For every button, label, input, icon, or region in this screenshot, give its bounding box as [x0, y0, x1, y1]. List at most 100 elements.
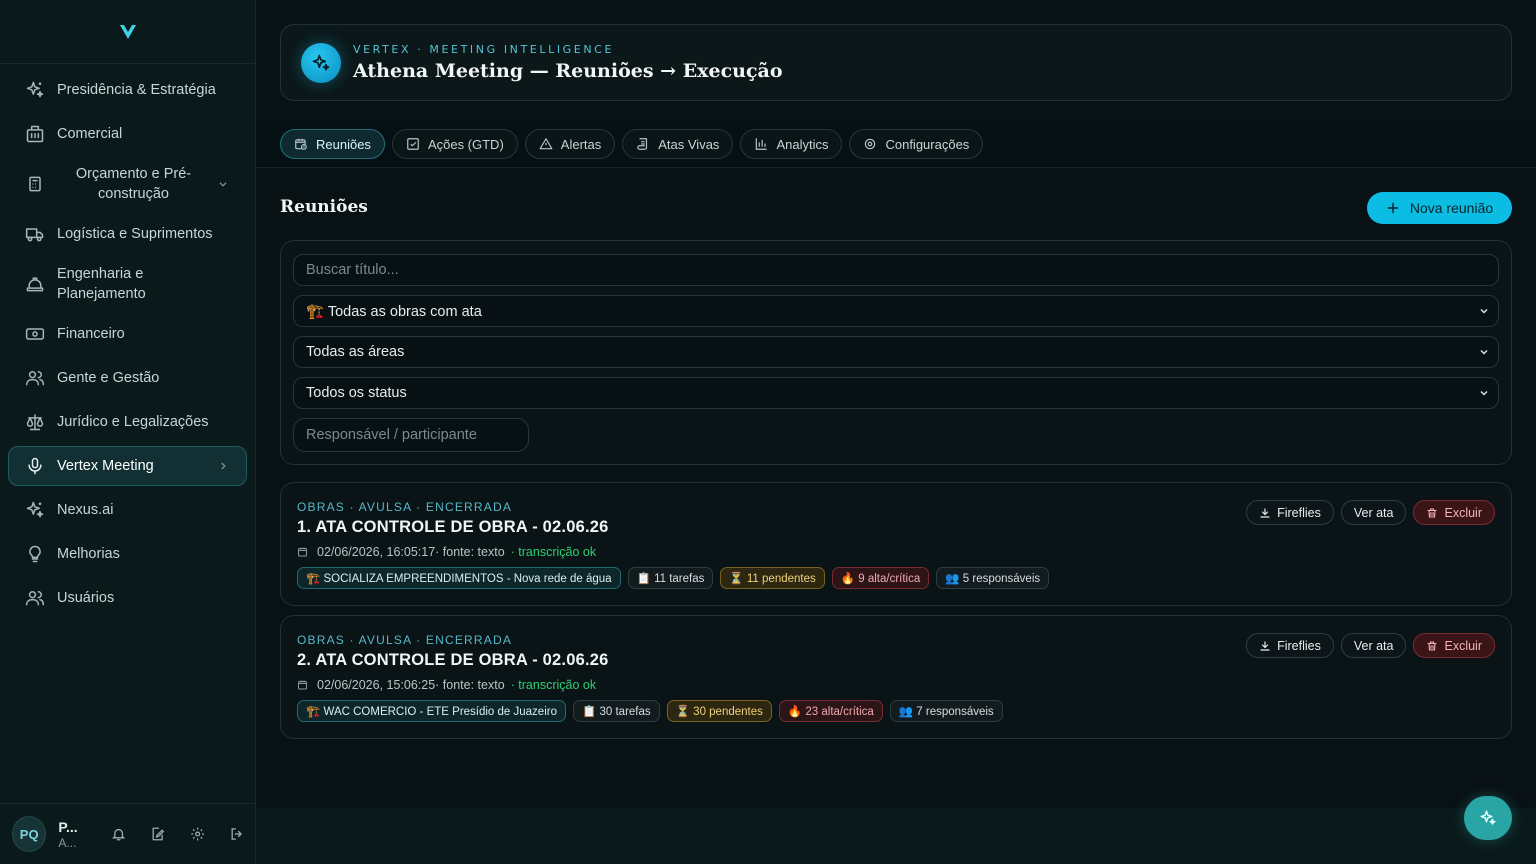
edit-note-icon[interactable]: [150, 826, 165, 842]
status-select-value: Todos os status: [306, 385, 407, 401]
sidebar-item-melhorias[interactable]: Melhorias: [8, 534, 247, 574]
tab-label: Alertas: [560, 136, 602, 152]
gear-icon: [865, 138, 876, 150]
trash-icon: [1427, 640, 1438, 651]
sidebar-item-financeiro[interactable]: Financeiro: [8, 314, 247, 354]
sparkles-icon: [312, 54, 330, 70]
sidebar-item-vertex-meeting[interactable]: Vertex Meeting: [8, 446, 247, 486]
filters-panel: Buscar título... 🏗️ Todas as obras com a…: [280, 240, 1512, 465]
bell-icon[interactable]: [111, 826, 126, 842]
user-info: P... A...: [58, 818, 87, 850]
sidebar-item-label: Usuários: [57, 590, 115, 606]
sidebar-item-nexus[interactable]: Nexus.ai: [8, 490, 247, 530]
sidebar-footer: PQ P... A...: [0, 803, 256, 864]
trash-icon: [1427, 507, 1438, 518]
sidebar-item-label: Logística e Suprimentos: [57, 226, 213, 242]
fireflies-label: Fireflies: [1277, 505, 1321, 520]
download-icon: [1260, 640, 1270, 651]
status-select[interactable]: Todos os status: [293, 377, 1499, 409]
users-icon: [25, 371, 45, 386]
logout-icon[interactable]: [229, 826, 244, 842]
calendar-clock-icon: [298, 680, 307, 690]
delete-button[interactable]: Excluir: [1413, 633, 1495, 658]
vertex-logo-icon: [119, 24, 136, 39]
obra-chip: 🏗️ WAC COMERCIO - ETE Presídio de Juazei…: [297, 700, 566, 722]
ai-assistant-button[interactable]: [1464, 796, 1512, 840]
sidebar-item-comercial[interactable]: Comercial: [8, 114, 247, 154]
new-meeting-label: Nova reunião: [1409, 200, 1494, 216]
chevron-down-icon[interactable]: [216, 177, 230, 191]
delete-button[interactable]: Excluir: [1413, 500, 1495, 525]
sidebar-item-label: Engenharia e Planejamento: [57, 266, 146, 302]
download-icon: [1260, 507, 1270, 518]
sidebar-item-label: Comercial: [57, 126, 123, 142]
sidebar-item-label: Vertex Meeting: [57, 458, 154, 474]
mic-icon: [28, 457, 42, 475]
meeting-date: 02/06/2026, 15:06:25· fonte: texto: [317, 678, 505, 692]
area-select-value: Todas as áreas: [306, 344, 405, 360]
users-icon: [25, 591, 45, 606]
logo[interactable]: [0, 0, 255, 64]
obra-select[interactable]: 🏗️ Todas as obras com ata: [293, 295, 1499, 327]
chevron-right-icon: [221, 462, 226, 470]
avatar[interactable]: PQ: [12, 816, 47, 852]
tab-atas-vivas[interactable]: Atas Vivas: [622, 129, 734, 159]
calendar-clock-icon: [298, 547, 307, 557]
sidebar-item-label: Gente e Gestão: [57, 370, 160, 386]
gear-icon[interactable]: [190, 826, 205, 842]
tab-alertas[interactable]: Alertas: [524, 129, 616, 159]
sidebar-nav: Presidência & Estratégia Comercial Orçam…: [0, 64, 255, 628]
sidebar-item-presidencia[interactable]: Presidência & Estratégia: [8, 70, 247, 110]
meeting-card[interactable]: OBRAS · AVULSA · ENCERRADA 2. ATA CONTRO…: [280, 615, 1512, 739]
participant-input[interactable]: Responsável / participante: [293, 418, 529, 452]
sidebar-item-label: Nexus.ai: [57, 502, 114, 518]
obra-select-value: 🏗️ Todas as obras com ata: [306, 303, 482, 320]
hardhat-icon: [26, 277, 44, 292]
sidebar-item-label: Orçamento e Pré-construção: [75, 166, 192, 202]
header-badge: [301, 42, 341, 83]
fireflies-button[interactable]: Fireflies: [1246, 500, 1334, 525]
tab-reunioes[interactable]: Reuniões: [280, 129, 385, 159]
sidebar-item-orcamento[interactable]: Orçamento e Pré-construção: [8, 158, 247, 210]
delete-label: Excluir: [1444, 638, 1482, 653]
bar-chart-icon: [756, 138, 768, 150]
delete-label: Excluir: [1444, 505, 1482, 520]
tasks-chip: 📋 11 tarefas: [627, 567, 714, 589]
tab-acoes[interactable]: Ações (GTD): [391, 129, 518, 159]
fireflies-button[interactable]: Fireflies: [1246, 633, 1334, 658]
meeting-meta: OBRAS · AVULSA · ENCERRADA: [297, 500, 513, 514]
new-meeting-button[interactable]: Nova reunião: [1367, 192, 1512, 224]
lightbulb-icon: [29, 545, 41, 563]
meeting-title[interactable]: 2. ATA CONTROLE DE OBRA - 02.06.26: [297, 651, 609, 670]
owners-chip: 👥 7 responsáveis: [889, 700, 1003, 722]
sidebar: Presidência & Estratégia Comercial Orçam…: [0, 0, 256, 864]
sparkles-icon: [1480, 810, 1496, 825]
meeting-actions: Fireflies Ver ata Excluir: [1246, 633, 1495, 658]
meeting-date: 02/06/2026, 16:05:17· fonte: texto: [317, 545, 505, 559]
meeting-chips: 🏗️ SOCIALIZA EMPREENDIMENTOS - Nova rede…: [297, 567, 1050, 589]
view-minutes-button[interactable]: Ver ata: [1340, 500, 1407, 525]
sidebar-item-label: Presidência & Estratégia: [57, 82, 216, 98]
sidebar-item-engenharia[interactable]: Engenharia e Planejamento: [8, 258, 247, 310]
transcription-status: · transcrição ok: [510, 678, 597, 692]
meeting-card[interactable]: OBRAS · AVULSA · ENCERRADA 1. ATA CONTRO…: [280, 482, 1512, 606]
transcription-status: · transcrição ok: [510, 545, 597, 559]
tab-label: Atas Vivas: [658, 136, 720, 152]
alert-triangle-icon: [539, 138, 553, 150]
chevron-down-icon: [1480, 390, 1488, 396]
tab-label: Analytics: [776, 136, 829, 152]
sidebar-item-logistica[interactable]: Logística e Suprimentos: [8, 214, 247, 254]
meeting-title[interactable]: 1. ATA CONTROLE DE OBRA - 02.06.26: [297, 518, 609, 537]
tab-configuracoes[interactable]: Configurações: [849, 129, 984, 159]
search-input[interactable]: Buscar título...: [293, 254, 1499, 286]
sidebar-item-gente[interactable]: Gente e Gestão: [8, 358, 247, 398]
sidebar-item-juridico[interactable]: Jurídico e Legalizações: [8, 402, 247, 442]
area-select[interactable]: Todas as áreas: [293, 336, 1499, 368]
obra-chip: 🏗️ SOCIALIZA EMPREENDIMENTOS - Nova rede…: [297, 567, 621, 589]
building-icon: [26, 125, 44, 143]
sidebar-item-usuarios[interactable]: Usuários: [8, 578, 247, 618]
chevron-down-icon: [1480, 349, 1488, 355]
tab-analytics[interactable]: Analytics: [740, 129, 843, 159]
main-content: VERTEX · MEETING INTELLIGENCE Athena Mee…: [256, 0, 1536, 864]
view-minutes-button[interactable]: Ver ata: [1340, 633, 1407, 658]
